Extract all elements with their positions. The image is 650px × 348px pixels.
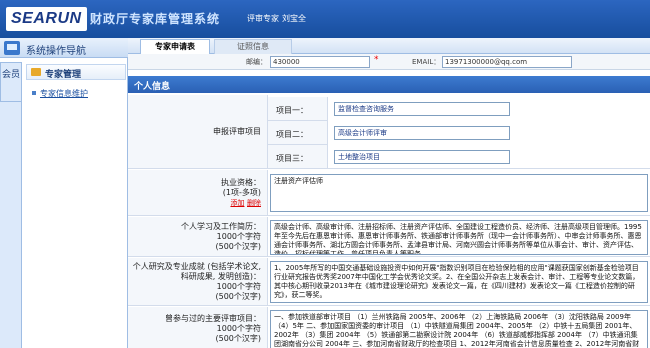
- email-label: EMAIL：: [412, 58, 441, 66]
- qualification-textarea[interactable]: 注册资产评估师: [270, 174, 648, 212]
- apply-items-row: 申报评审项目 项目一： 监督检查咨询服务 项目二： 高级会计师评审 项目三： 土…: [128, 95, 650, 169]
- user-role: 评审专家: [247, 14, 279, 23]
- app-header: SEARUN 财政厅专家库管理系统 评审专家 刘宝全: [0, 0, 650, 38]
- zip-label: 邮编：: [246, 58, 267, 66]
- research-textarea[interactable]: 1、2005年所写的中国交通基础设施投资中如何开展"指数识别项目在检验保险相的应…: [270, 261, 648, 303]
- study-row: 个人学习及工作简历： 1000个字符 (500个汉字) 高级会计师、高级审计师、…: [128, 217, 650, 257]
- nav-title: 系统操作导航: [26, 46, 86, 57]
- research-row: 个人研究及专业成就 (包括学术论文, 科研成果, 发明创造)： 1000个字符 …: [128, 258, 650, 306]
- section-personal-info: 个人信息: [128, 76, 650, 93]
- tab-license-info[interactable]: 证照信息: [214, 39, 292, 54]
- qualification-row: 执业资格： (1项-多项) 添加 删除 注册资产评估师: [128, 170, 650, 216]
- research-label-cell: 个人研究及专业成就 (包括学术论文, 科研成果, 发明创造)： 1000个字符 …: [128, 258, 268, 305]
- tab-expert-application[interactable]: 专家申请表: [140, 39, 210, 54]
- email-field[interactable]: 13971300000@qq.com: [442, 56, 572, 68]
- qualification-label-cell: 执业资格： (1项-多项) 添加 删除: [128, 170, 268, 215]
- zip-field[interactable]: 430000: [270, 56, 370, 68]
- monitor-icon: [4, 41, 20, 55]
- main-content: 邮编： 430000 * EMAIL： 13971300000@qq.com 个…: [128, 54, 650, 348]
- bullet-icon: [32, 91, 36, 95]
- projects-textarea[interactable]: 一、参加铁道部审计项目 （1）兰州铁路局 2005年、2006年 （2）上海铁路…: [270, 310, 648, 348]
- item1-label: 项目一：: [268, 97, 328, 121]
- tab-bar: 专家申请表 证照信息: [128, 38, 650, 54]
- vtab-strip: [0, 102, 22, 348]
- projects-label-cell: 曾参与过的主要评审项目： 1000个字符 (500个汉字): [128, 307, 268, 348]
- system-title: 财政厅专家库管理系统: [90, 12, 221, 26]
- item2-field[interactable]: 高级会计师评审: [334, 126, 510, 140]
- nav-header: 系统操作导航: [0, 38, 128, 58]
- delete-qualification-link[interactable]: 删除: [247, 199, 261, 207]
- tab-members[interactable]: 会员: [0, 62, 22, 102]
- searun-logo: SEARUN: [6, 7, 87, 31]
- sidebar-item-expert-info[interactable]: 专家信息维护: [40, 88, 88, 99]
- apply-items-label: 申报评审项目: [128, 95, 268, 168]
- contact-row: 邮编： 430000 * EMAIL： 13971300000@qq.com: [128, 54, 650, 70]
- add-qualification-link[interactable]: 添加: [230, 199, 244, 207]
- item2-label: 项目二：: [268, 121, 328, 145]
- item3-label: 项目三：: [268, 145, 328, 169]
- menu-group-expert-management[interactable]: 专家管理: [26, 64, 126, 80]
- study-textarea[interactable]: 高级会计师、高级审计师、注册招标师、注册资产评估师、全国建设工程造价员、经济师、…: [270, 220, 648, 255]
- sidebar: 会员 专家管理 专家信息维护: [0, 58, 128, 348]
- folder-icon: [31, 68, 41, 76]
- projects-row: 曾参与过的主要评审项目： 1000个字符 (500个汉字) 一、参加铁道部审计项…: [128, 307, 650, 348]
- item3-field[interactable]: 土地整治项目: [334, 150, 510, 164]
- required-mark: *: [374, 55, 379, 65]
- menu-group-label: 专家管理: [45, 70, 82, 80]
- user-name: 刘宝全: [282, 14, 306, 23]
- study-label-cell: 个人学习及工作简历： 1000个字符 (500个汉字): [128, 217, 268, 256]
- item1-field[interactable]: 监督检查咨询服务: [334, 102, 510, 116]
